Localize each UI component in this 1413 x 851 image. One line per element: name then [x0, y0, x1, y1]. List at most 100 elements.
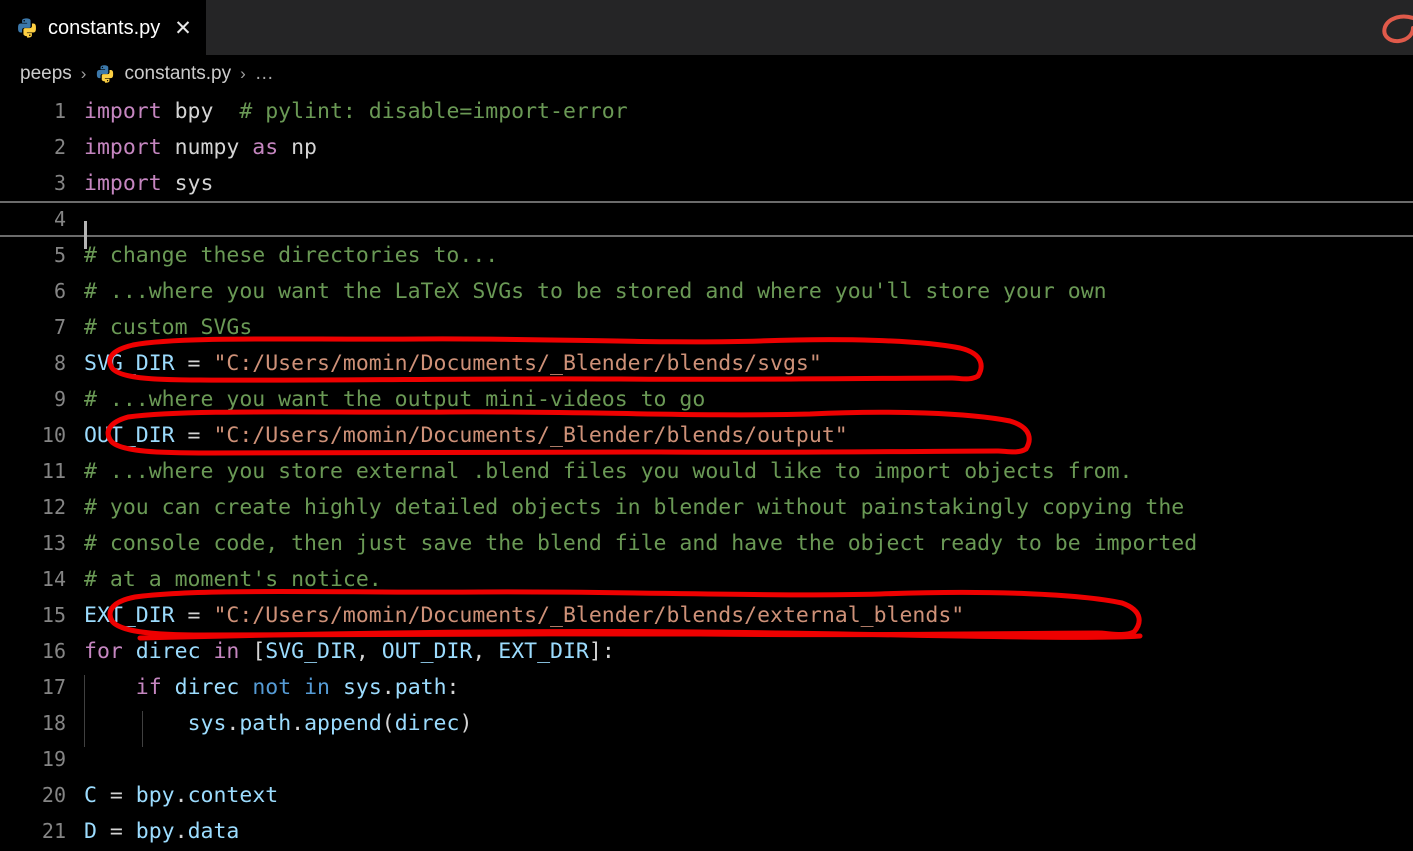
code-token: [ — [239, 638, 266, 664]
code-token: numpy — [161, 134, 253, 160]
code-line-content[interactable]: if direc not in sys.path: — [84, 674, 1413, 711]
code-line[interactable]: 16 for direc in [SVG_DIR, OUT_DIR, EXT_DI… — [0, 633, 1413, 669]
code-line-content[interactable]: OUT_DIR = "C:/Users/momin/Documents/_Ble… — [84, 423, 1413, 448]
code-line[interactable]: 3 import sys — [0, 165, 1413, 201]
code-line-content[interactable]: for direc in [SVG_DIR, OUT_DIR, EXT_DIR]… — [84, 639, 1413, 664]
code-line-content[interactable]: import numpy as np — [84, 135, 1413, 160]
tab-constants-py[interactable]: constants.py ✕ — [0, 0, 206, 55]
code-token: if — [135, 674, 162, 700]
line-number: 11 — [41, 459, 66, 483]
code-token: SVG_DIR — [265, 638, 356, 664]
code-token: import — [84, 170, 162, 196]
breadcrumb-item-constants-py[interactable]: constants.py — [124, 63, 231, 85]
code-line[interactable]: 19 — [0, 741, 1413, 777]
code-line-content[interactable]: # ...where you want the output mini-vide… — [84, 387, 1413, 412]
line-number: 2 — [53, 135, 66, 159]
code-line[interactable]: 17 if direc not in sys.path: — [0, 669, 1413, 711]
code-token: # ...where you want the LaTeX SVGs to be… — [84, 278, 1107, 304]
code-token: ( — [381, 710, 395, 736]
code-token: bpy — [135, 782, 175, 808]
line-number: 21 — [41, 819, 66, 843]
code-token: import — [84, 134, 162, 160]
code-line[interactable]: 4 — [0, 201, 1413, 249]
code-token: EXT_DIR — [84, 602, 175, 628]
breadcrumb-item-peeps[interactable]: peeps — [20, 63, 72, 85]
code-token: for — [84, 638, 123, 664]
code-line[interactable]: 1 import bpy # pylint: disable=import-err… — [0, 93, 1413, 129]
code-token: sys — [187, 710, 227, 736]
code-token: sys — [342, 674, 382, 700]
code-line-content[interactable]: # at a moment's notice. — [84, 567, 1413, 592]
line-number: 18 — [41, 711, 66, 735]
code-line[interactable]: 18 sys.path.append(direc) — [0, 705, 1413, 747]
line-number: 20 — [41, 783, 66, 807]
code-token: append — [304, 710, 382, 736]
code-line-content[interactable]: SVG_DIR = "C:/Users/momin/Documents/_Ble… — [84, 351, 1413, 376]
code-line[interactable]: 21 D = bpy.data — [0, 813, 1413, 849]
code-token: import — [84, 98, 162, 124]
code-token: ]: — [588, 638, 615, 664]
code-line-content[interactable]: # you can create highly detailed objects… — [84, 495, 1413, 520]
code-token: . — [226, 710, 240, 736]
code-line-content[interactable]: sys.path.append(direc) — [84, 710, 1413, 747]
code-editor[interactable]: 1 import bpy # pylint: disable=import-err… — [0, 93, 1413, 851]
code-token: "C:/Users/momin/Documents/_Blender/blend… — [213, 350, 822, 376]
code-line[interactable]: 12 # you can create highly detailed objec… — [0, 489, 1413, 525]
code-token: = — [96, 782, 136, 808]
code-token: # change these directories to... — [84, 242, 499, 268]
code-line-content[interactable]: # custom SVGs — [84, 315, 1413, 340]
line-number: 1 — [53, 99, 66, 123]
code-token: not — [252, 674, 292, 700]
code-line[interactable]: 9 # ...where you want the output mini-vid… — [0, 381, 1413, 417]
code-line[interactable]: 2 import numpy as np — [0, 129, 1413, 165]
code-line[interactable]: 13 # console code, then just save the ble… — [0, 525, 1413, 561]
code-token: = — [174, 422, 214, 448]
code-line-content[interactable]: import bpy # pylint: disable=import-erro… — [84, 99, 1413, 124]
code-line[interactable]: 5 # change these directories to... — [0, 237, 1413, 273]
code-token: SVG_DIR — [84, 350, 175, 376]
code-token: OUT_DIR — [84, 422, 175, 448]
breadcrumb-item-ellipsis[interactable]: … — [255, 63, 274, 85]
line-number: 7 — [53, 315, 66, 339]
code-token: OUT_DIR — [381, 638, 473, 664]
code-token: bpy — [135, 818, 175, 844]
code-line-content[interactable]: C = bpy.context — [84, 783, 1413, 808]
line-number: 14 — [41, 567, 66, 591]
code-token: "C:/Users/momin/Documents/_Blender/blend… — [213, 422, 848, 448]
code-line[interactable]: 8 SVG_DIR = "C:/Users/momin/Documents/_Bl… — [0, 345, 1413, 381]
code-token: "C:/Users/momin/Documents/_Blender/blend… — [213, 602, 965, 628]
code-token: . — [174, 782, 188, 808]
code-token: = — [174, 602, 214, 628]
code-line[interactable]: 14 # at a moment's notice. — [0, 561, 1413, 597]
code-line[interactable]: 10 OUT_DIR = "C:/Users/momin/Documents/_B… — [0, 417, 1413, 453]
code-line-content[interactable]: # ...where you want the LaTeX SVGs to be… — [84, 279, 1413, 304]
code-line-content[interactable]: import sys — [84, 171, 1413, 196]
code-line[interactable]: 7 # custom SVGs — [0, 309, 1413, 345]
code-line-content[interactable]: # change these directories to... — [84, 243, 1413, 268]
code-line-content[interactable]: # ...where you store external .blend fil… — [84, 459, 1413, 484]
code-token: direc — [174, 674, 240, 700]
code-token: bpy — [161, 98, 240, 124]
code-token: # at a moment's notice. — [84, 566, 382, 592]
line-number: 8 — [53, 351, 66, 375]
code-token: . — [174, 818, 188, 844]
code-line[interactable]: 6 # ...where you want the LaTeX SVGs to b… — [0, 273, 1413, 309]
code-line-content[interactable]: EXT_DIR = "C:/Users/momin/Documents/_Ble… — [84, 603, 1413, 628]
code-line-content[interactable]: D = bpy.data — [84, 819, 1413, 844]
code-token: # ...where you store external .blend fil… — [84, 458, 1133, 484]
code-token: data — [187, 818, 240, 844]
code-line[interactable]: 15 EXT_DIR = "C:/Users/momin/Documents/_B… — [0, 597, 1413, 633]
code-line[interactable]: 20 C = bpy.context — [0, 777, 1413, 813]
close-icon[interactable]: ✕ — [174, 18, 192, 39]
code-token: np — [278, 134, 318, 160]
code-token: # custom SVGs — [84, 314, 253, 340]
code-line-content[interactable]: # console code, then just save the blend… — [84, 531, 1413, 556]
line-number: 19 — [41, 747, 66, 771]
code-line[interactable]: 11 # ...where you store external .blend f… — [0, 453, 1413, 489]
